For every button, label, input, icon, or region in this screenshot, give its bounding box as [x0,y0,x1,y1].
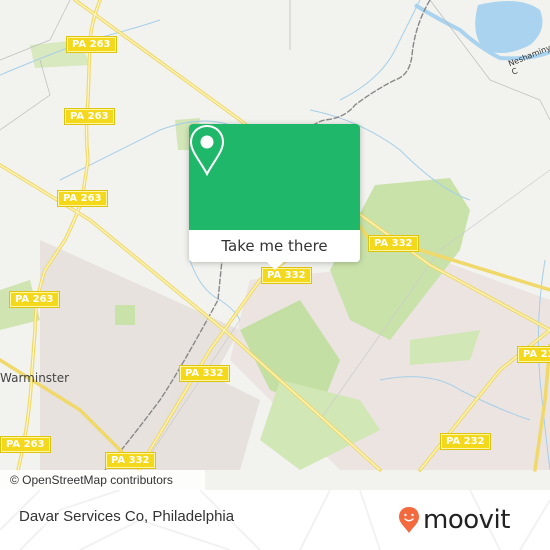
road-shield-pa332: PA 332 [179,365,230,382]
road-shield-pa263: PA 263 [57,190,108,207]
road-shield-pa332: PA 332 [368,235,419,252]
road-shield-pa232: PA 232 [440,433,491,450]
lake [475,1,543,54]
moovit-logo[interactable]: moovit [398,502,510,538]
footer-bar: Davar Services Co, Philadelphia moovit [0,490,550,550]
road-shield-pa263: PA 263 [9,291,60,308]
popup-pointer [266,261,284,270]
moovit-wordmark: moovit [423,505,510,535]
road-shield-pa332: PA 332 [105,452,156,469]
stream [339,0,421,101]
moovit-pin-icon [399,507,419,533]
location-title: Davar Services Co, Philadelphia [19,508,235,525]
place-label-warminster: Warminster [0,371,70,385]
popup-header [189,124,360,230]
boundary-line [0,59,51,131]
map-attribution[interactable]: © OpenStreetMap contributors [0,470,205,490]
road-shield-pa332: PA 332 [261,267,312,284]
park-area [115,305,135,325]
take-me-there-button[interactable]: Take me there [189,230,360,262]
road-shield-pa232: PA 23 [517,346,550,363]
road-shield-pa263: PA 263 [66,36,117,53]
road-shield-pa263: PA 263 [0,436,51,453]
location-popup: Take me there [189,124,360,270]
road-shield-pa263: PA 263 [64,108,115,125]
map-canvas[interactable]: PA 263 PA 263 PA 263 PA 263 PA 263 PA 33… [0,0,550,490]
location-pin-icon [189,124,225,176]
